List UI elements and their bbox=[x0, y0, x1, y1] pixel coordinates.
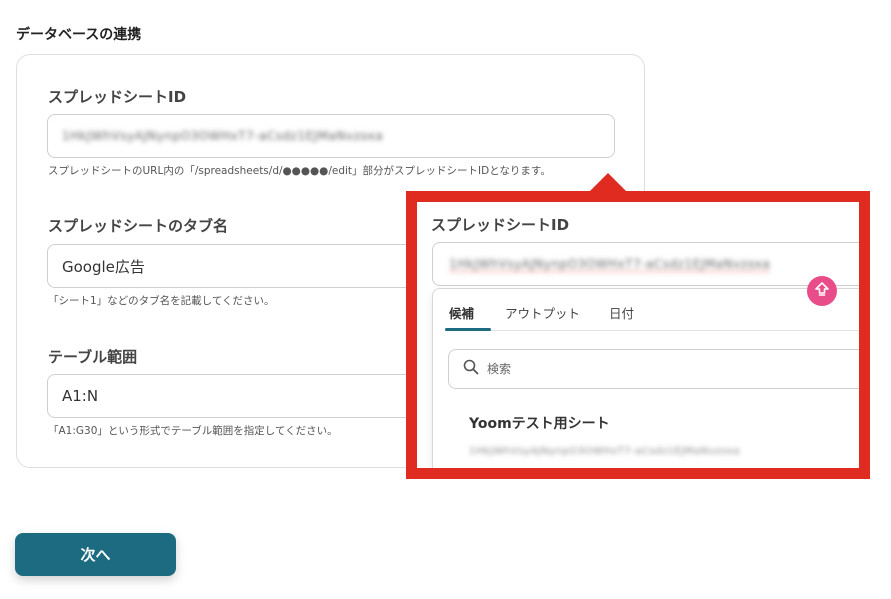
callout-arrow bbox=[588, 173, 628, 193]
tab-output[interactable]: アウトプット bbox=[505, 303, 580, 322]
callout-spreadsheet-id-label: スプレッドシートID bbox=[431, 216, 570, 234]
tab-candidates[interactable]: 候補 bbox=[449, 303, 474, 322]
tab-date[interactable]: 日付 bbox=[609, 303, 634, 322]
spreadsheet-id-hint: スプレッドシートのURL内の「/spreadsheets/d/●●●●●/edi… bbox=[48, 165, 551, 177]
next-button[interactable]: 次へ bbox=[15, 533, 176, 576]
tab-name-hint: 「シート1」などのタブ名を記載してください。 bbox=[48, 295, 275, 307]
search-icon bbox=[463, 359, 479, 379]
spreadsheet-id-label: スプレッドシートID bbox=[48, 88, 187, 106]
search-input[interactable] bbox=[487, 362, 787, 376]
dropdown-panel: 候補 アウトプット 日付 Yoomテスト用シート 1HkJWhVsyAJNynp… bbox=[432, 288, 859, 468]
result-item-id: 1HkJWhVsyAJNynpO3OWHxT7-aCsdz1EJMaNvzoxa bbox=[469, 446, 741, 457]
tab-name-value: Google広告 bbox=[62, 257, 145, 276]
spreadsheet-id-value: 1HkJWhVsyAJNynpO3OWHxT7-aCsdz1EJMaNvzoxa bbox=[62, 129, 384, 143]
zoom-callout: スプレッドシートID 1HkJWhVsyAJNynpO3OWHxT7-aCsdz… bbox=[406, 191, 870, 479]
table-range-label: テーブル範囲 bbox=[48, 348, 138, 366]
table-range-value: A1:N bbox=[62, 387, 99, 405]
tabs-divider bbox=[445, 330, 859, 331]
callout-spreadsheet-id-input[interactable]: 1HkJWhVsyAJNynpO3OWHxT7-aCsdz1EJMaNvzoxa bbox=[432, 242, 859, 286]
insert-badge[interactable] bbox=[807, 276, 837, 306]
insert-arrow-icon bbox=[814, 281, 830, 301]
spreadsheet-id-input[interactable]: 1HkJWhVsyAJNynpO3OWHxT7-aCsdz1EJMaNvzoxa bbox=[47, 114, 615, 158]
tab-name-label: スプレッドシートのタブ名 bbox=[48, 217, 229, 235]
result-item-title[interactable]: Yoomテスト用シート bbox=[469, 413, 610, 433]
section-title: データベースの連携 bbox=[16, 27, 142, 43]
search-box[interactable] bbox=[448, 349, 859, 389]
active-tab-indicator bbox=[445, 328, 491, 331]
callout-spreadsheet-id-value: 1HkJWhVsyAJNynpO3OWHxT7-aCsdz1EJMaNvzoxa bbox=[449, 256, 771, 272]
table-range-hint: 「A1:G30」という形式でテーブル範囲を指定してください。 bbox=[48, 425, 338, 437]
